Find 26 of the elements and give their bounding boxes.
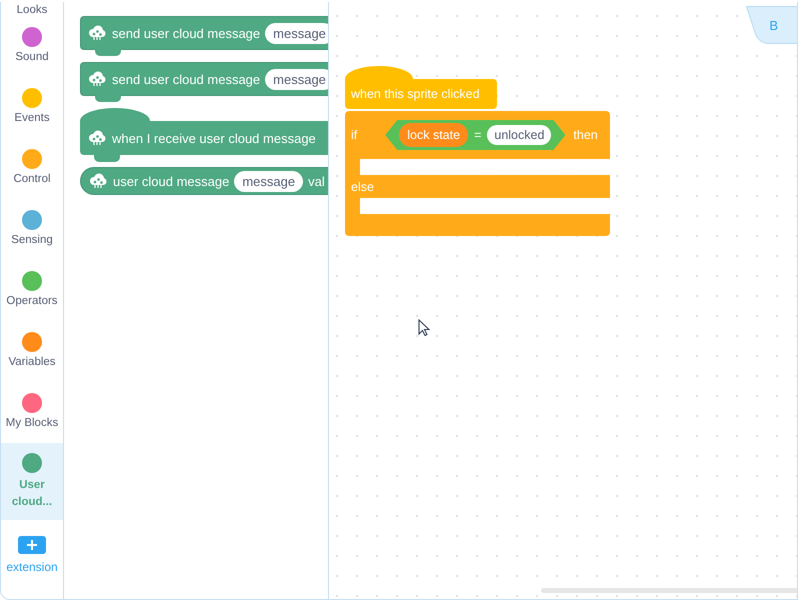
text-input[interactable]: message bbox=[234, 170, 304, 192]
category-item[interactable]: Events bbox=[1, 77, 63, 138]
cloud-icon bbox=[87, 71, 107, 87]
equals-block[interactable]: lock state = unlocked bbox=[385, 120, 566, 150]
plus-icon bbox=[27, 540, 37, 550]
else-label: else bbox=[351, 180, 374, 194]
cloud-icon bbox=[87, 130, 107, 146]
category-item[interactable]: Variables bbox=[1, 321, 63, 382]
if-else-block[interactable]: if lock state = unlocked then else bbox=[345, 111, 610, 236]
mouse-pointer-icon bbox=[418, 319, 430, 337]
operator-label: = bbox=[474, 128, 482, 142]
category-item[interactable]: Sound bbox=[1, 16, 63, 77]
cloud-icon bbox=[88, 173, 108, 189]
category-item[interactable]: Control bbox=[1, 138, 63, 199]
category-item[interactable]: Operators bbox=[1, 260, 63, 321]
category-item[interactable]: Sensing bbox=[1, 199, 63, 260]
category-item[interactable]: Looks bbox=[1, 2, 63, 16]
scrollbar[interactable] bbox=[541, 588, 797, 593]
if-label: if bbox=[351, 128, 358, 142]
then-label: then bbox=[573, 128, 598, 142]
text-input[interactable]: message bbox=[265, 22, 328, 44]
category-item[interactable]: My Blocks bbox=[1, 382, 63, 443]
reporter-block[interactable]: user cloud message message val bbox=[80, 167, 328, 195]
cloud-icon bbox=[87, 25, 107, 41]
text-input[interactable]: message bbox=[265, 68, 328, 90]
text-input[interactable]: unlocked bbox=[487, 125, 552, 145]
